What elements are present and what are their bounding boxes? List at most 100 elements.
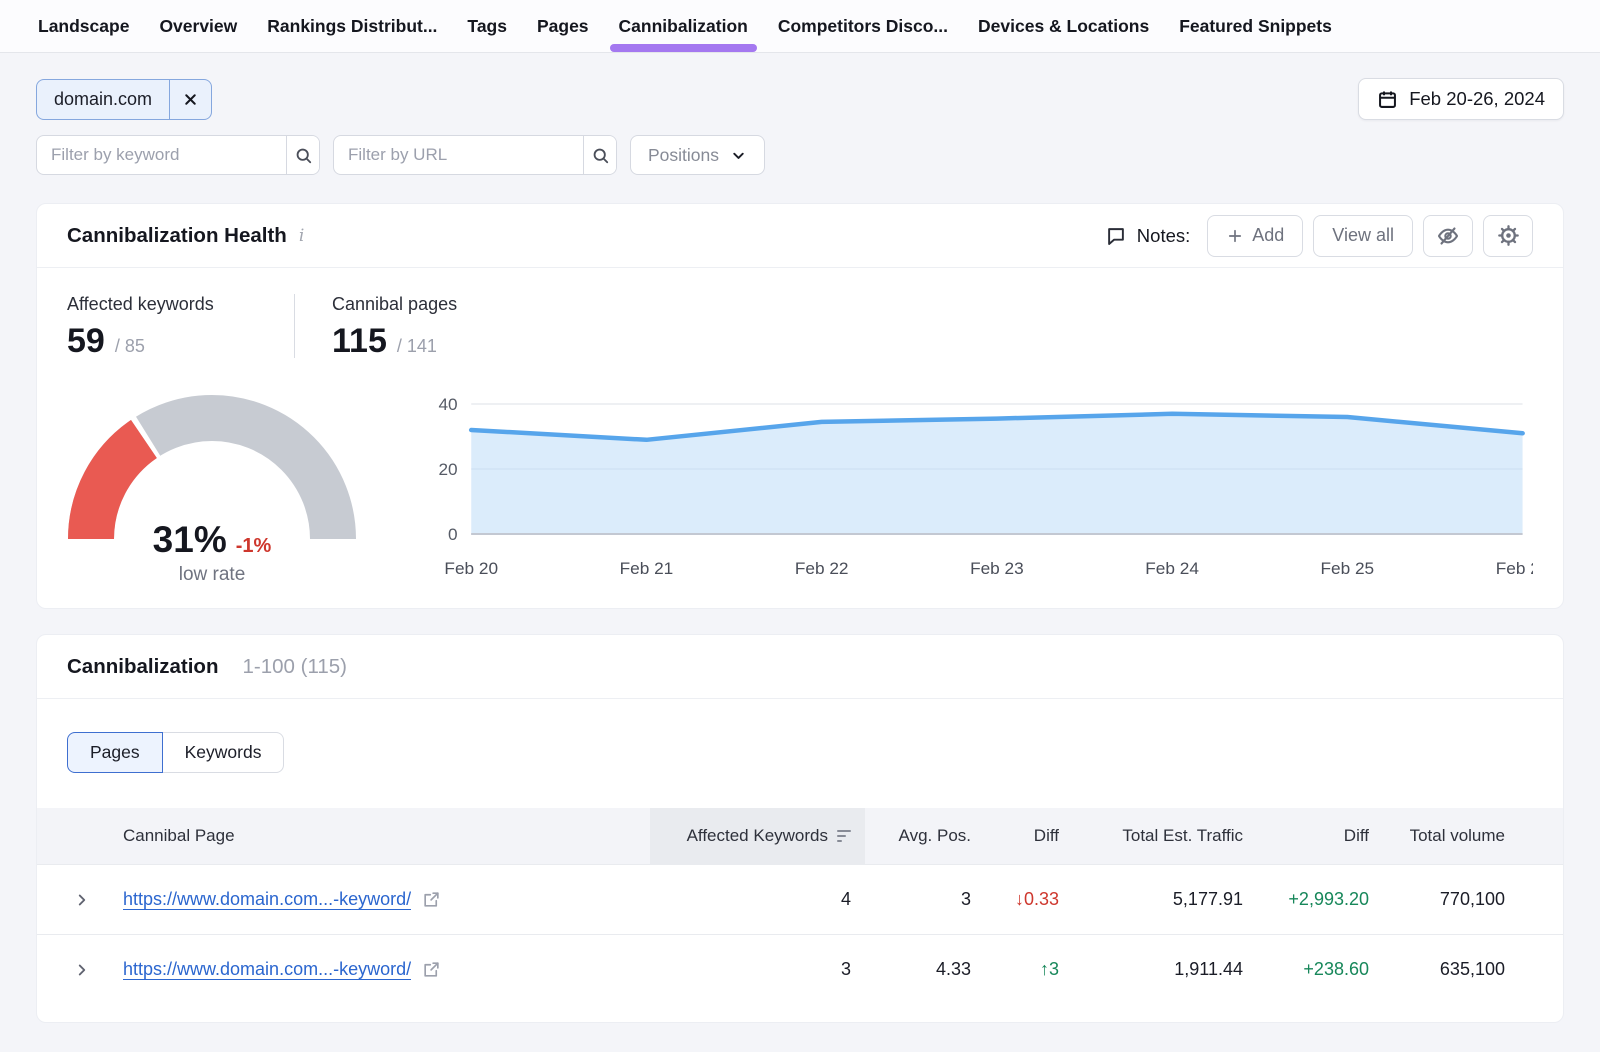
settings-button[interactable]	[1483, 215, 1533, 257]
chevron-down-icon	[730, 147, 747, 164]
expand-row-button[interactable]	[73, 961, 117, 979]
positions-dropdown[interactable]: Positions	[630, 135, 765, 175]
url-search-button[interactable]	[583, 136, 616, 174]
traffic-diff: +238.60	[1243, 959, 1369, 980]
column-avg-pos[interactable]: Avg. Pos.	[865, 826, 971, 846]
domain-chip-label: domain.com	[37, 80, 169, 119]
tab-label: Featured Snippets	[1179, 16, 1332, 37]
volume-value: 635,100	[1369, 959, 1505, 980]
report-tabs: Landscape Overview Rankings Distribut...…	[0, 0, 1600, 53]
gauge-delta: -1%	[236, 535, 272, 558]
volume-value: 770,100	[1369, 889, 1505, 910]
keyword-filter-input[interactable]	[37, 136, 286, 174]
view-all-notes-button[interactable]: View all	[1313, 215, 1413, 257]
column-affected-keywords[interactable]: Affected Keywords	[650, 808, 865, 864]
affected-keywords-stat: Affected keywords 59 / 85	[67, 294, 294, 358]
table-range: 1-100 (115)	[242, 655, 346, 679]
avg-pos-value: 3	[865, 889, 971, 910]
tab-featured-snippets[interactable]: Featured Snippets	[1177, 0, 1334, 52]
tab-tags[interactable]: Tags	[465, 0, 509, 52]
tab-competitors-discovery[interactable]: Competitors Disco...	[776, 0, 950, 52]
tab-label: Tags	[467, 16, 507, 37]
traffic-diff: +2,993.20	[1243, 889, 1369, 910]
search-icon	[294, 146, 313, 165]
expand-row-button[interactable]	[73, 891, 117, 909]
external-link-icon[interactable]	[422, 960, 441, 979]
column-total-est-traffic[interactable]: Total Est. Traffic	[1059, 826, 1243, 846]
url-filter	[333, 135, 617, 175]
table-title-text: Cannibalization	[67, 655, 218, 679]
external-link-icon[interactable]	[422, 890, 441, 909]
pages-keywords-toggle: Pages Keywords	[67, 732, 284, 773]
table-row: https://www.domain.com...-keyword/ 3 4.3…	[37, 934, 1563, 1004]
affected-keywords-value: 3	[650, 959, 865, 980]
close-icon	[182, 91, 199, 108]
column-traffic-diff[interactable]: Diff	[1243, 826, 1369, 846]
affected-keywords-value: 4	[650, 889, 865, 910]
cannibal-pages-stat: Cannibal pages 115 / 141	[295, 294, 457, 358]
date-range-label: Feb 20-26, 2024	[1409, 88, 1545, 110]
tab-overview[interactable]: Overview	[157, 0, 239, 52]
search-icon	[591, 146, 610, 165]
avg-pos-value: 4.33	[865, 959, 971, 980]
chevron-right-icon	[73, 891, 91, 909]
svg-text:Feb 23: Feb 23	[970, 559, 1024, 578]
stat-label: Cannibal pages	[332, 294, 457, 315]
note-comment-icon	[1105, 225, 1127, 247]
svg-text:Feb 24: Feb 24	[1145, 559, 1199, 578]
svg-text:Feb 21: Feb 21	[620, 559, 674, 578]
health-stats: Affected keywords 59 / 85 Cannibal pages…	[67, 294, 1533, 358]
add-note-label: Add	[1252, 225, 1284, 246]
sort-descending-icon	[837, 830, 851, 843]
plus-icon	[1226, 227, 1244, 245]
date-range-picker[interactable]: Feb 20-26, 2024	[1358, 78, 1564, 120]
table-row: https://www.domain.com...-keyword/ 4 3 ↓…	[37, 864, 1563, 934]
tab-pages[interactable]: Pages	[535, 0, 591, 52]
domain-filter-chip[interactable]: domain.com	[36, 79, 212, 120]
svg-text:Feb 26: Feb 26	[1496, 559, 1533, 578]
svg-text:Feb 22: Feb 22	[795, 559, 849, 578]
svg-text:40: 40	[438, 395, 457, 414]
health-trend-chart: 02040 Feb 20Feb 21Feb 22Feb 23Feb 24Feb …	[419, 386, 1533, 582]
tab-label: Overview	[159, 16, 237, 37]
tab-landscape[interactable]: Landscape	[36, 0, 131, 52]
cannibalization-health-card: Cannibalization Health i Notes: Add View…	[36, 203, 1564, 609]
health-gauge: 31% -1% low rate	[67, 390, 357, 582]
info-icon[interactable]: i	[299, 226, 304, 246]
column-cannibal-page[interactable]: Cannibal Page	[117, 826, 650, 846]
url-filter-input[interactable]	[334, 136, 583, 174]
tab-rankings-distribution[interactable]: Rankings Distribut...	[265, 0, 439, 52]
tab-label: Pages	[537, 16, 589, 37]
tab-devices-locations[interactable]: Devices & Locations	[976, 0, 1151, 52]
tab-label: Rankings Distribut...	[267, 16, 437, 37]
calendar-icon	[1377, 89, 1398, 110]
stat-value: 59	[67, 324, 105, 358]
traffic-value: 5,177.91	[1059, 889, 1243, 910]
stat-total: / 141	[397, 336, 437, 357]
cannibal-page-link[interactable]: https://www.domain.com...-keyword/	[123, 889, 411, 910]
toggle-pages[interactable]: Pages	[67, 732, 163, 773]
tab-label: Devices & Locations	[978, 16, 1149, 37]
stat-value: 115	[332, 324, 387, 358]
table-header: Cannibal Page Affected Keywords Avg. Pos…	[37, 808, 1563, 864]
column-pos-diff[interactable]: Diff	[971, 826, 1059, 846]
tab-cannibalization[interactable]: Cannibalization	[617, 0, 750, 52]
column-total-volume[interactable]: Total volume	[1369, 826, 1505, 846]
svg-text:0: 0	[448, 525, 458, 544]
keyword-filter	[36, 135, 320, 175]
cannibalization-table-card: Cannibalization 1-100 (115) Pages Keywor…	[36, 634, 1564, 1023]
cannibal-page-link[interactable]: https://www.domain.com...-keyword/	[123, 959, 411, 980]
view-all-label: View all	[1332, 225, 1394, 246]
gauge-caption: low rate	[67, 564, 357, 586]
stat-label: Affected keywords	[67, 294, 294, 315]
remove-domain-filter-button[interactable]	[169, 80, 211, 119]
keyword-search-button[interactable]	[286, 136, 319, 174]
tab-label: Competitors Disco...	[778, 16, 948, 37]
eye-off-icon	[1436, 224, 1460, 248]
hide-notes-button[interactable]	[1423, 215, 1473, 257]
svg-text:Feb 25: Feb 25	[1321, 559, 1375, 578]
health-card-title: Cannibalization Health i	[67, 224, 304, 248]
add-note-button[interactable]: Add	[1207, 215, 1303, 257]
traffic-value: 1,911.44	[1059, 959, 1243, 980]
toggle-keywords[interactable]: Keywords	[162, 732, 285, 773]
